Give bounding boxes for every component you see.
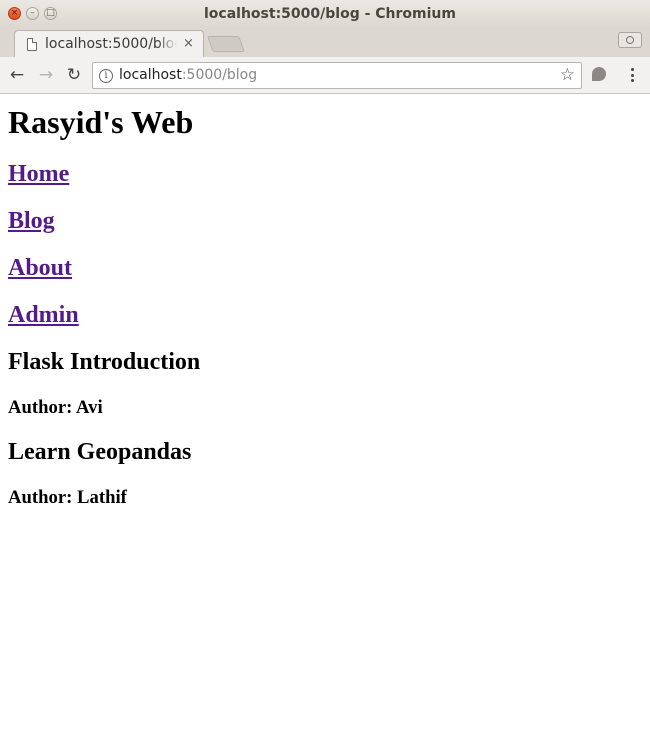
tab-blog[interactable]: localhost:5000/blog × (14, 30, 204, 58)
page-icon (27, 38, 37, 51)
nav-link-blog[interactable]: Blog (8, 208, 55, 234)
browser-toolbar: ← → ↻ i localhost:5000/blog ☆ (0, 57, 650, 94)
nav-link-admin[interactable]: Admin (8, 302, 79, 328)
nav-admin: Admin (8, 301, 642, 329)
browser-menu-icon[interactable] (626, 66, 638, 84)
window-title: localhost:5000/blog - Chromium (204, 6, 456, 22)
url-text[interactable]: localhost:5000/blog (119, 67, 257, 83)
address-bar[interactable]: i localhost:5000/blog ☆ (92, 62, 582, 89)
post-title: Learn Geopandas (8, 439, 192, 465)
reload-button[interactable]: ↻ (63, 64, 85, 86)
profile-icon (626, 36, 634, 44)
url-host: localhost (119, 67, 182, 83)
page-content: Rasyid's Web Home Blog About Admin Flask… (0, 95, 650, 744)
nav-home: Home (8, 160, 642, 188)
tab-title: localhost:5000/blog (45, 36, 177, 52)
new-tab-button[interactable] (207, 36, 245, 52)
extension-icon[interactable] (592, 67, 606, 81)
forward-button[interactable]: → (35, 64, 57, 86)
nav-about: About (8, 254, 642, 282)
post-title: Flask Introduction (8, 349, 201, 375)
post-author: Author: Lathif (8, 487, 127, 508)
bookmark-star-icon[interactable]: ☆ (560, 65, 575, 85)
url-path: :5000/blog (181, 67, 258, 83)
site-title: Rasyid's Web (8, 104, 194, 140)
post-author: Author: Avi (8, 397, 103, 418)
nav-blog: Blog (8, 207, 642, 235)
nav-link-about[interactable]: About (8, 255, 72, 281)
tab-strip: localhost:5000/blog × (0, 28, 650, 58)
window-titlebar: × – □ localhost:5000/blog - Chromium (0, 0, 650, 28)
back-button[interactable]: ← (6, 64, 28, 86)
profile-button[interactable] (618, 32, 642, 48)
nav-link-home[interactable]: Home (8, 161, 69, 187)
site-info-icon[interactable]: i (99, 69, 113, 83)
tab-close-icon[interactable]: × (183, 36, 194, 51)
